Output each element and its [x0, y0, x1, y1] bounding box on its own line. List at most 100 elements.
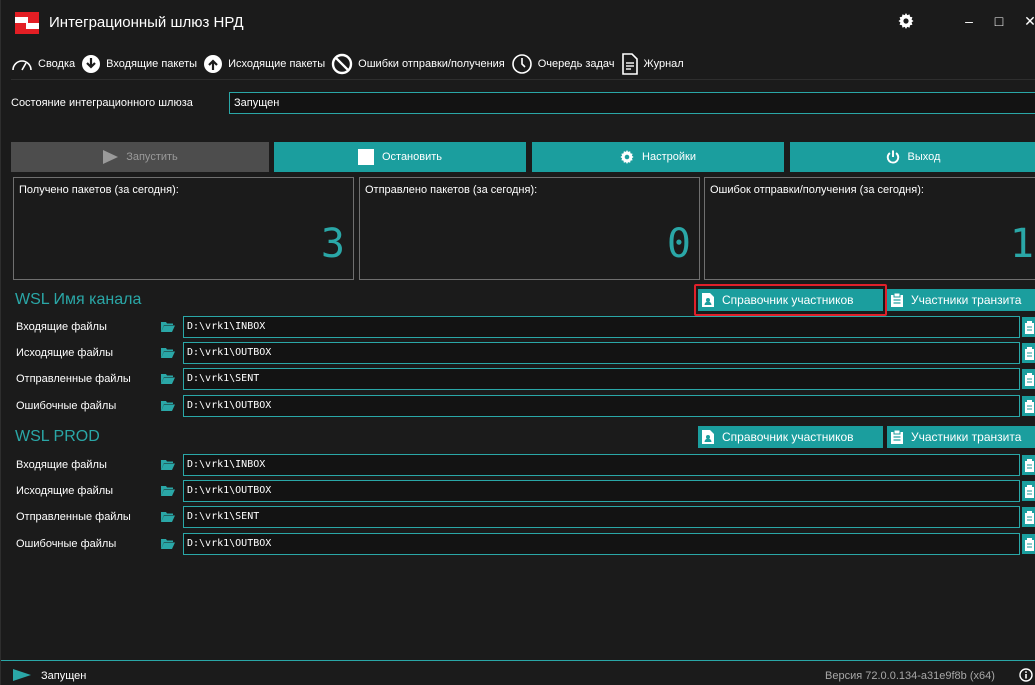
path-label: Отправленные файлы [16, 373, 131, 385]
path-input[interactable]: D:\vrk1\INBOX [183, 454, 1020, 476]
tab-label: Ошибки отправки/получения [358, 58, 505, 70]
received-counter: Получено пакетов (за сегодня): 3 [13, 177, 354, 280]
maximize-button[interactable]: □ [988, 10, 1010, 32]
file-user-icon [702, 293, 714, 307]
channel-title: WSL PROD [15, 428, 100, 445]
path-input[interactable]: D:\vrk1\OUTBOX [183, 395, 1020, 417]
path-label: Ошибочные файлы [16, 400, 117, 412]
power-icon [886, 150, 899, 164]
folder-open-icon[interactable] [161, 538, 175, 549]
nav-tabs: Сводка Входящие пакеты Исходящие пакеты … [11, 53, 690, 75]
path-row-sent: Отправленные файлы D:\vrk1\SENT [11, 367, 1035, 390]
gateway-status-row: Состояние интеграционного шлюза Запущен [11, 92, 1035, 114]
path-input[interactable]: D:\vrk1\OUTBOX [183, 342, 1020, 364]
path-label: Отправленные файлы [16, 511, 131, 523]
tab-label: Очередь задач [537, 58, 615, 70]
tab-summary[interactable]: Сводка [11, 56, 75, 72]
tab-errors[interactable]: Ошибки отправки/получения [331, 53, 505, 75]
path-label: Исходящие файлы [16, 347, 114, 359]
errors-counter-label: Ошибок отправки/получения (за сегодня): [710, 184, 924, 196]
sent-counter: Отправлено пакетов (за сегодня): 0 [359, 177, 700, 280]
window-title: Интеграционный шлюз НРД [49, 14, 244, 31]
transit-participants-button[interactable]: Участники транзита [887, 426, 1035, 448]
copy-path-button[interactable] [1022, 481, 1035, 501]
tab-label: Сводка [38, 58, 76, 70]
clipboard-icon [891, 430, 903, 444]
channel-title: WSL Имя канала [15, 291, 142, 308]
folder-open-icon[interactable] [161, 400, 175, 411]
clipboard-icon [1024, 510, 1034, 524]
folder-open-icon[interactable] [161, 511, 175, 522]
path-row-errors: Ошибочные файлы D:\vrk1\OUTBOX [11, 532, 1035, 555]
clipboard-icon [1024, 399, 1034, 413]
folder-open-icon[interactable] [161, 347, 175, 358]
settings-button[interactable]: Настройки [532, 142, 784, 172]
path-input[interactable]: D:\vrk1\INBOX [183, 316, 1020, 338]
gear-icon[interactable] [898, 13, 914, 29]
clipboard-icon [1024, 372, 1034, 386]
errors-counter-value: 1 [1009, 221, 1034, 267]
copy-path-button[interactable] [1022, 396, 1035, 416]
tab-label: Исходящие пакеты [228, 58, 326, 70]
exit-button-label: Выход [907, 151, 941, 163]
transit-participants-label: Участники транзита [911, 430, 1022, 444]
tab-journal[interactable]: Журнал [621, 53, 684, 75]
participants-directory-button[interactable]: Справочник участников [698, 426, 883, 448]
copy-path-button[interactable] [1022, 317, 1035, 337]
copy-path-button[interactable] [1022, 343, 1035, 363]
start-button[interactable]: Запустить [11, 142, 269, 172]
path-input[interactable]: D:\vrk1\OUTBOX [183, 533, 1020, 555]
start-button-label: Запустить [126, 151, 178, 163]
received-counter-value: 3 [320, 221, 345, 267]
tab-label: Входящие пакеты [106, 58, 198, 70]
copy-path-button[interactable] [1022, 534, 1035, 554]
path-row-errors: Ошибочные файлы D:\vrk1\OUTBOX [11, 394, 1035, 417]
errors-counter: Ошибок отправки/получения (за сегодня): … [704, 177, 1035, 280]
tab-task-queue[interactable]: Очередь задач [511, 53, 615, 75]
tab-incoming[interactable]: Входящие пакеты [81, 54, 197, 74]
path-input[interactable]: D:\vrk1\SENT [183, 368, 1020, 390]
exit-button[interactable]: Выход [790, 142, 1035, 172]
stop-button[interactable]: Остановить [274, 142, 526, 172]
info-icon[interactable] [1019, 668, 1033, 682]
path-row-incoming: Входящие файлы D:\vrk1\INBOX [11, 453, 1035, 476]
folder-open-icon[interactable] [161, 321, 175, 332]
transit-participants-button[interactable]: Участники транзита [887, 289, 1035, 311]
clipboard-icon [891, 293, 903, 307]
clipboard-icon [1024, 484, 1034, 498]
title-bar: Интеграционный шлюз НРД ‒ □ ✕ [1, 0, 1035, 48]
tab-label: Журнал [643, 58, 684, 70]
sent-counter-label: Отправлено пакетов (за сегодня): [365, 184, 538, 196]
document-icon [621, 53, 638, 75]
version-label: Версия 72.0.0.134-a31e9f8b (x64) [825, 670, 995, 682]
main-window: Интеграционный шлюз НРД ‒ □ ✕ Сводка Вхо… [0, 0, 1035, 685]
folder-open-icon[interactable] [161, 373, 175, 384]
path-label: Входящие файлы [16, 321, 107, 333]
path-label: Исходящие файлы [16, 485, 114, 497]
ban-icon [331, 53, 353, 75]
clipboard-icon [1024, 320, 1034, 334]
stop-button-label: Остановить [381, 151, 443, 163]
copy-path-button[interactable] [1022, 507, 1035, 527]
path-input[interactable]: D:\vrk1\SENT [183, 506, 1020, 528]
file-user-icon [702, 430, 714, 444]
participants-directory-button[interactable]: Справочник участников [698, 289, 883, 311]
tab-outgoing[interactable]: Исходящие пакеты [203, 54, 325, 74]
statusbar-state: Запущен [41, 670, 87, 682]
copy-path-button[interactable] [1022, 369, 1035, 389]
minimize-button[interactable]: ‒ [958, 10, 980, 32]
folder-open-icon[interactable] [161, 485, 175, 496]
close-button[interactable]: ✕ [1019, 10, 1035, 32]
copy-path-button[interactable] [1022, 455, 1035, 475]
divider [11, 79, 1035, 80]
arrow-up-circle-icon [204, 55, 223, 73]
path-input[interactable]: D:\vrk1\OUTBOX [183, 480, 1020, 502]
path-row-outgoing: Исходящие файлы D:\vrk1\OUTBOX [11, 341, 1035, 364]
transit-participants-label: Участники транзита [911, 293, 1022, 307]
arrow-down-circle-icon [82, 55, 101, 73]
participants-directory-label: Справочник участников [722, 430, 854, 444]
play-icon [13, 669, 31, 681]
folder-open-icon[interactable] [161, 459, 175, 470]
gear-icon [620, 150, 634, 164]
received-counter-label: Получено пакетов (за сегодня): [19, 184, 179, 196]
